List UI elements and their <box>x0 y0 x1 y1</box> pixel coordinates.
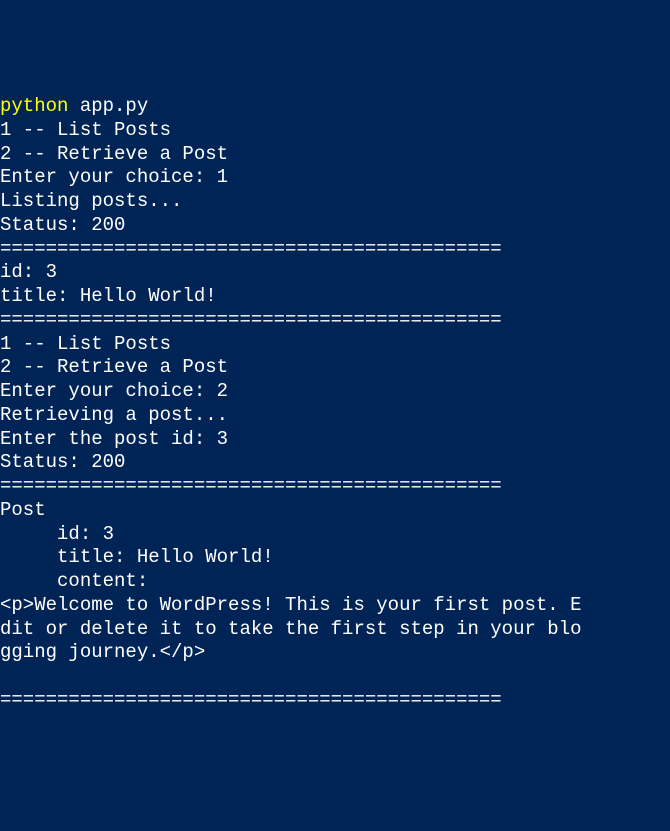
menu-option-1: 1 -- List Posts <box>0 119 171 141</box>
command-executable: python <box>0 95 68 117</box>
post-title: title: Hello World! <box>0 546 274 568</box>
id-input[interactable]: 3 <box>217 428 228 450</box>
separator: ========================================… <box>0 238 502 260</box>
action-message: Listing posts... <box>0 190 182 212</box>
post-id: id: 3 <box>0 261 57 283</box>
separator: ========================================… <box>0 689 502 711</box>
id-prompt: Enter the post id: <box>0 428 217 450</box>
choice-input[interactable]: 2 <box>217 380 228 402</box>
post-content-body: <p>Welcome to WordPress! This is your fi… <box>0 594 582 664</box>
menu-option-2: 2 -- Retrieve a Post <box>0 143 228 165</box>
menu-option-2: 2 -- Retrieve a Post <box>0 356 228 378</box>
separator: ========================================… <box>0 309 502 331</box>
status-line: Status: 200 <box>0 451 125 473</box>
menu-option-1: 1 -- List Posts <box>0 333 171 355</box>
choice-prompt: Enter your choice: <box>0 380 217 402</box>
separator: ========================================… <box>0 475 502 497</box>
post-header: Post <box>0 499 46 521</box>
choice-prompt: Enter your choice: <box>0 166 217 188</box>
post-content-label: content: <box>0 570 148 592</box>
command-script: app.py <box>80 95 148 117</box>
choice-input[interactable]: 1 <box>217 166 228 188</box>
terminal-output: python app.py 1 -- List Posts 2 -- Retri… <box>0 95 670 713</box>
status-line: Status: 200 <box>0 214 125 236</box>
post-title: title: Hello World! <box>0 285 217 307</box>
action-message: Retrieving a post... <box>0 404 228 426</box>
post-id: id: 3 <box>0 523 114 545</box>
